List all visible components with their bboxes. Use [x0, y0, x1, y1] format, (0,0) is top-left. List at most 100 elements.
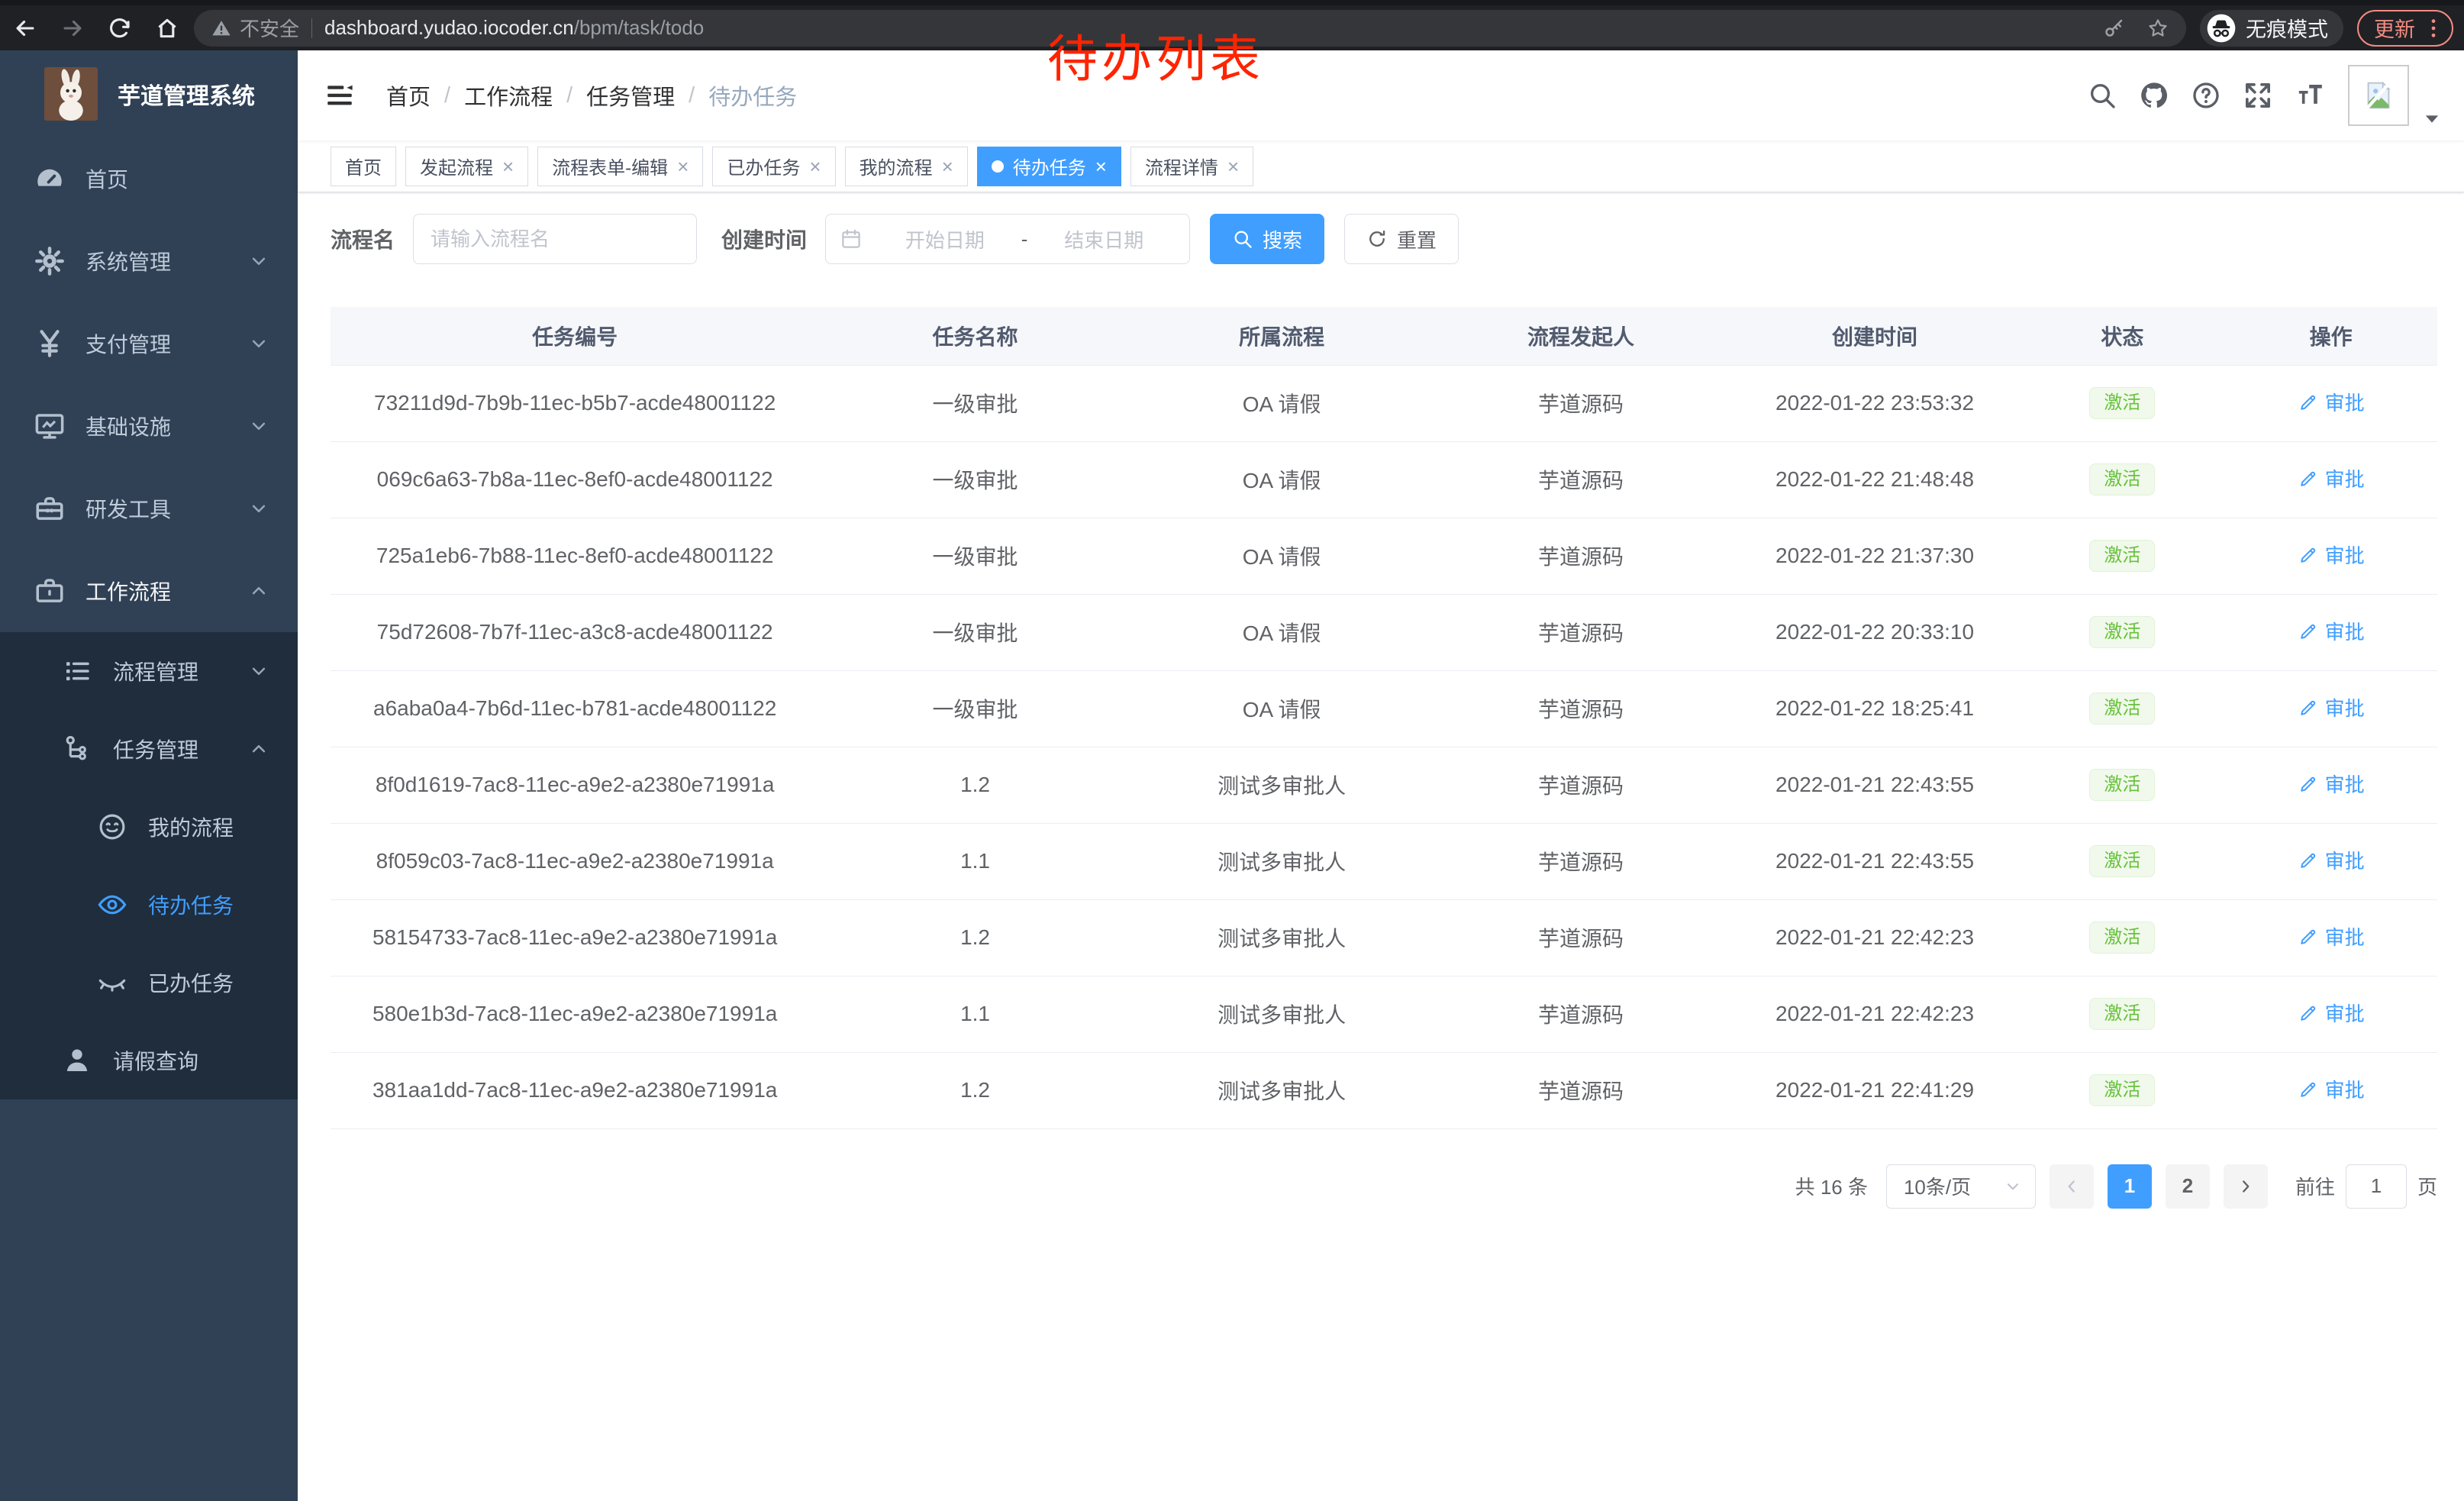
column-header: 任务名称 [819, 307, 1130, 365]
avatar-caret-icon[interactable] [2421, 108, 2443, 130]
sidebar-item-home[interactable]: 首页 [0, 137, 298, 220]
search-button-icon [1232, 228, 1253, 250]
approve-action[interactable]: 审批 [2298, 1075, 2365, 1103]
sidebar-item-label: 系统管理 [85, 246, 171, 276]
cell-created-time: 2022-01-21 22:43:55 [1730, 823, 2021, 899]
tab-process-detail[interactable]: 流程详情× [1130, 147, 1253, 186]
approve-action[interactable]: 审批 [2298, 693, 2365, 721]
forward-icon[interactable] [60, 15, 85, 41]
sidebar-item-todo-task[interactable]: 待办任务 [0, 866, 298, 944]
sidebar-logo-row[interactable]: 芋道管理系统 [0, 50, 298, 137]
status-badge: 激活 [2089, 616, 2155, 648]
tab-my-process[interactable]: 我的流程× [845, 147, 968, 186]
select-chevron-icon [2003, 1177, 2023, 1196]
approve-action[interactable]: 审批 [2298, 388, 2365, 416]
page-size-value: 10条/页 [1904, 1172, 2003, 1200]
search-button[interactable]: 搜索 [1210, 214, 1324, 264]
prev-page-button[interactable] [2050, 1164, 2094, 1209]
page-button-2[interactable]: 2 [2166, 1164, 2210, 1209]
sidebar-item-infrastructure[interactable]: 基础设施 [0, 385, 298, 467]
home-icon[interactable] [154, 15, 180, 41]
back-icon[interactable] [12, 15, 38, 41]
sidebar-collapse-icon[interactable] [324, 79, 356, 111]
breadcrumb-item[interactable]: 任务管理 [586, 79, 675, 111]
approve-action-label: 审批 [2325, 541, 2365, 569]
sidebar-item-leave-query[interactable]: 请假查询 [0, 1022, 298, 1099]
approve-action[interactable]: 审批 [2298, 770, 2365, 798]
tab-close-icon[interactable]: × [809, 157, 821, 176]
approve-action[interactable]: 审批 [2298, 617, 2365, 645]
cell-initiator: 芋道源码 [1432, 670, 1729, 747]
tab-form-edit[interactable]: 流程表单-编辑× [537, 147, 703, 186]
tab-start-process[interactable]: 发起流程× [405, 147, 528, 186]
tab-label: 已办任务 [727, 153, 800, 179]
sidebar-item-workflow[interactable]: 工作流程 [0, 550, 298, 632]
eye-icon [96, 889, 128, 921]
reload-icon[interactable] [107, 15, 133, 41]
tab-close-icon[interactable]: × [942, 157, 953, 176]
sidebar-item-process-mgmt[interactable]: 流程管理 [0, 632, 298, 710]
github-icon[interactable] [2139, 80, 2169, 111]
tab-home[interactable]: 首页 [331, 147, 396, 186]
font-size-icon[interactable] [2295, 80, 2325, 111]
tab-close-icon[interactable]: × [1227, 157, 1239, 176]
cell-status: 激活 [2020, 823, 2224, 899]
avatar[interactable] [2348, 65, 2409, 126]
sidebar-item-done-task[interactable]: 已办任务 [0, 944, 298, 1022]
sidebar-item-task-mgmt[interactable]: 任务管理 [0, 710, 298, 788]
approve-action[interactable]: 审批 [2298, 464, 2365, 492]
breadcrumb-item[interactable]: 首页 [386, 79, 431, 111]
sidebar-item-my-process[interactable]: 我的流程 [0, 788, 298, 866]
cell-status: 激活 [2020, 441, 2224, 518]
browser-update-button[interactable]: 更新 [2357, 10, 2453, 47]
bookmark-star-icon[interactable] [2146, 17, 2169, 40]
approve-action-label: 审批 [2325, 770, 2365, 798]
tab-close-icon[interactable]: × [677, 157, 689, 176]
edit-pencil-icon [2298, 1079, 2319, 1100]
cell-status: 激活 [2020, 747, 2224, 823]
cell-process: OA 请假 [1131, 518, 1433, 594]
fullscreen-icon[interactable] [2243, 80, 2273, 111]
breadcrumb-item[interactable]: 工作流程 [464, 79, 553, 111]
sidebar-menu: 首页系统管理支付管理基础设施研发工具工作流程流程管理任务管理我的流程待办任务已办… [0, 137, 298, 1099]
column-header: 操作 [2224, 307, 2437, 365]
tab-todo-tasks[interactable]: 待办任务× [977, 147, 1121, 186]
approve-action[interactable]: 审批 [2298, 922, 2365, 951]
cell-action: 审批 [2224, 365, 2437, 441]
approve-action[interactable]: 审批 [2298, 999, 2365, 1027]
sidebar-item-payment[interactable]: 支付管理 [0, 302, 298, 385]
sidebar-item-system[interactable]: 系统管理 [0, 220, 298, 302]
cell-initiator: 芋道源码 [1432, 441, 1729, 518]
sidebar-item-label: 请假查询 [113, 1045, 198, 1076]
app-title: 芋道管理系统 [118, 77, 255, 111]
sidebar: 芋道管理系统 首页系统管理支付管理基础设施研发工具工作流程流程管理任务管理我的流… [0, 50, 298, 1501]
search-icon[interactable] [2087, 80, 2117, 111]
page-size-select[interactable]: 10条/页 [1886, 1164, 2036, 1209]
cell-task-name: 一级审批 [819, 594, 1130, 670]
approve-action-label: 审批 [2325, 922, 2365, 951]
reset-button[interactable]: 重置 [1344, 214, 1459, 264]
browser-menu-icon[interactable] [2421, 16, 2446, 40]
approve-action[interactable]: 审批 [2298, 846, 2365, 874]
status-badge: 激活 [2089, 540, 2155, 572]
sidebar-item-devtools[interactable]: 研发工具 [0, 467, 298, 550]
page-button-1[interactable]: 1 [2108, 1164, 2152, 1209]
filter-form: 流程名 创建时间 开始日期 - 结束日期 搜索 重 [331, 214, 2437, 264]
goto-page-input[interactable] [2346, 1164, 2407, 1209]
sidebar-item-label: 研发工具 [85, 493, 171, 524]
help-icon[interactable] [2191, 80, 2221, 111]
password-key-icon[interactable] [2102, 17, 2125, 40]
approve-action[interactable]: 审批 [2298, 541, 2365, 569]
process-name-input[interactable] [413, 214, 697, 264]
tab-done-tasks[interactable]: 已办任务 × [712, 147, 835, 186]
active-tab-dot [992, 160, 1004, 173]
tab-close-icon[interactable]: × [502, 157, 514, 176]
table-row: a6aba0a4-7b6d-11ec-b781-acde48001122一级审批… [331, 670, 2437, 747]
cell-status: 激活 [2020, 365, 2224, 441]
column-header: 流程发起人 [1432, 307, 1729, 365]
calendar-icon [840, 228, 863, 250]
tab-close-icon[interactable]: × [1095, 157, 1107, 176]
date-range-separator: - [1021, 228, 1028, 251]
next-page-button[interactable] [2224, 1164, 2268, 1209]
date-range-input[interactable]: 开始日期 - 结束日期 [825, 214, 1190, 264]
